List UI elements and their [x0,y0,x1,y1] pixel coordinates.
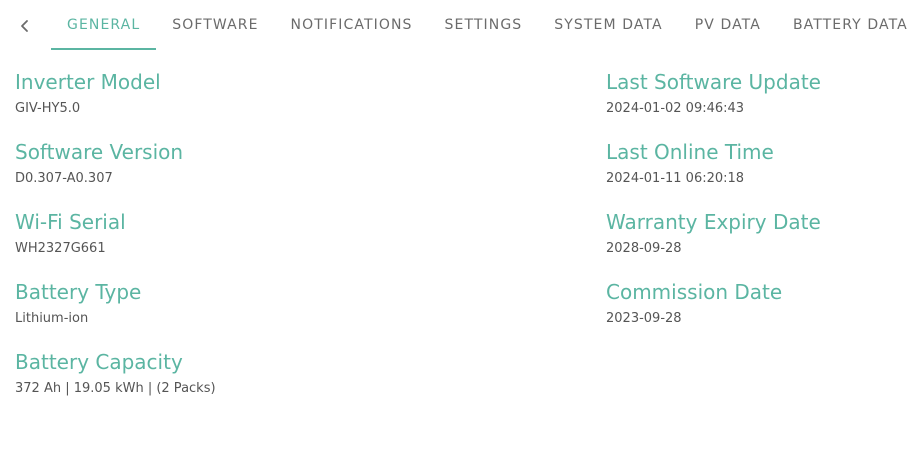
tab-settings[interactable]: SETTINGS [429,0,539,50]
field-label: Inverter Model [15,70,161,94]
tab-bar: GENERAL SOFTWARE NOTIFICATIONS SETTINGS … [0,0,923,50]
inverter-general-page: GENERAL SOFTWARE NOTIFICATIONS SETTINGS … [0,0,923,465]
left-info-column: Inverter Model GIV-HY5.0 Software Versio… [15,68,575,418]
tab-pv-data[interactable]: PV DATA [679,0,777,50]
tab-system-data[interactable]: SYSTEM DATA [538,0,678,50]
field-last-software-update: Last Software Update 2024-01-02 09:46:43 [606,68,923,138]
field-label: Last Software Update [606,70,821,94]
field-commission-date: Commission Date 2023-09-28 [606,278,923,348]
field-label: Last Online Time [606,140,774,164]
field-value: GIV-HY5.0 [15,101,81,116]
field-value: 2028-09-28 [606,241,682,256]
field-wifi-serial: Wi-Fi Serial WH2327G661 [15,208,575,278]
field-value: 2023-09-28 [606,311,682,326]
field-label: Commission Date [606,280,783,304]
field-warranty-expiry-date: Warranty Expiry Date 2028-09-28 [606,208,923,278]
right-info-column: Last Software Update 2024-01-02 09:46:43… [606,68,923,348]
field-label: Software Version [15,140,184,164]
field-value: 2024-01-11 06:20:18 [606,171,745,186]
field-value: Lithium-ion [15,311,89,326]
tab-software[interactable]: SOFTWARE [156,0,274,50]
tabs: GENERAL SOFTWARE NOTIFICATIONS SETTINGS … [51,0,923,50]
chevron-left-icon [21,20,28,32]
field-inverter-model: Inverter Model GIV-HY5.0 [15,68,575,138]
field-battery-type: Battery Type Lithium-ion [15,278,575,348]
field-label: Warranty Expiry Date [606,210,821,234]
field-label: Battery Capacity [15,350,183,374]
field-label: Wi-Fi Serial [15,210,126,234]
field-label: Battery Type [15,280,142,304]
tab-battery-data[interactable]: BATTERY DATA [777,0,923,50]
field-last-online-time: Last Online Time 2024-01-11 06:20:18 [606,138,923,208]
field-battery-capacity: Battery Capacity 372 Ah | 19.05 kWh | (2… [15,348,575,418]
field-value: 372 Ah | 19.05 kWh | (2 Packs) [15,381,216,396]
field-software-version: Software Version D0.307-A0.307 [15,138,575,208]
back-button[interactable] [13,14,37,38]
tab-general[interactable]: GENERAL [51,0,157,50]
field-value: 2024-01-02 09:46:43 [606,101,745,116]
field-value: D0.307-A0.307 [15,171,113,186]
tab-notifications[interactable]: NOTIFICATIONS [275,0,429,50]
field-value: WH2327G661 [15,241,106,256]
